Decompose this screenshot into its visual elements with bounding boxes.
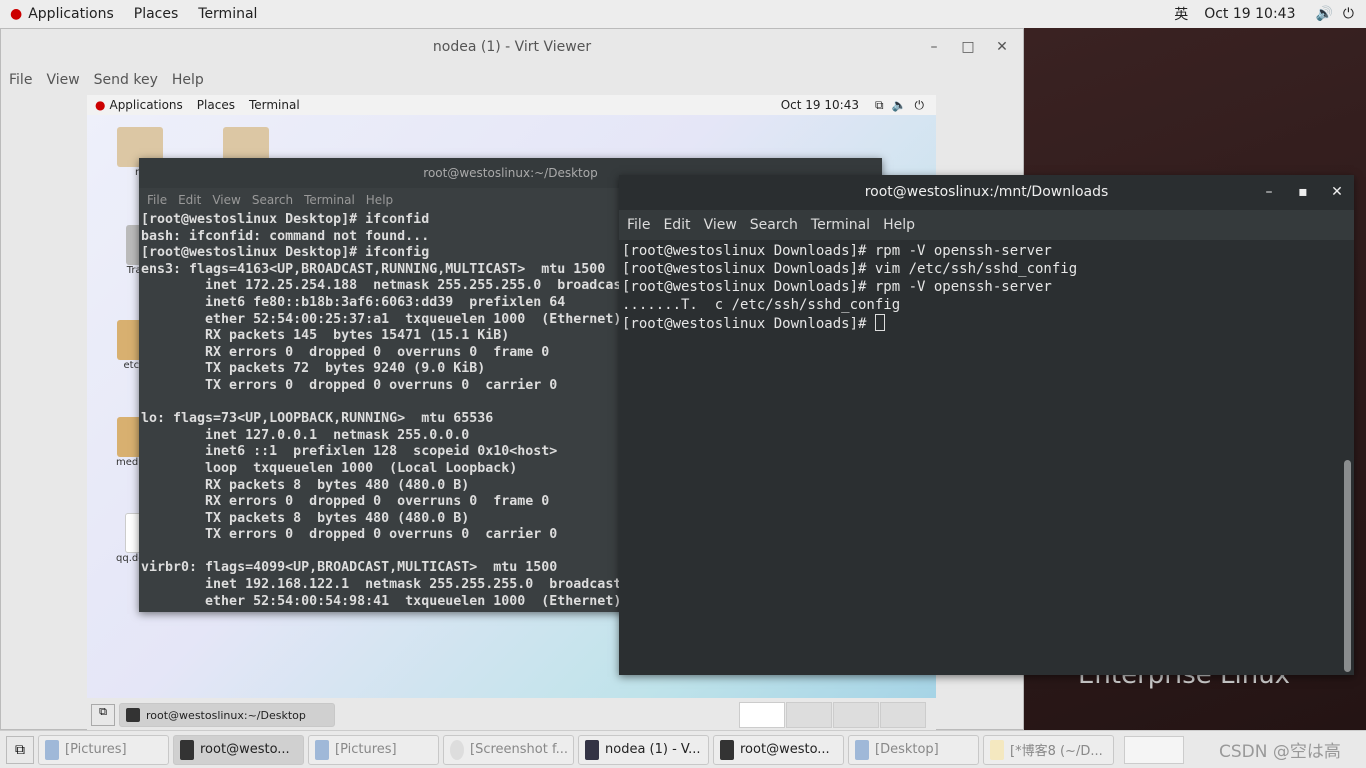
- guest-applications-menu[interactable]: Applications: [109, 98, 182, 112]
- host-terminal-output[interactable]: [root@westoslinux Downloads]# rpm -V ope…: [619, 240, 1354, 335]
- menu-view[interactable]: View: [46, 72, 79, 88]
- clock[interactable]: Oct 19 10:43: [1204, 6, 1295, 22]
- text-editor-icon: [990, 739, 1004, 760]
- prompt: [root@westoslinux Downloads]#: [622, 316, 875, 332]
- menu-terminal[interactable]: Terminal: [304, 193, 355, 207]
- menu-send-key[interactable]: Send key: [94, 72, 158, 88]
- cursor: [874, 314, 885, 331]
- power-icon[interactable]: ⏻: [1343, 6, 1354, 22]
- menu-file[interactable]: File: [9, 72, 32, 88]
- menu-view[interactable]: View: [212, 193, 240, 207]
- file-manager-icon: [45, 739, 59, 760]
- terminal-icon: [126, 708, 140, 722]
- window-title: nodea (1) - Virt Viewer: [432, 39, 592, 55]
- host-taskbar: ⧉ [Pictures] root@westo... [Pictures] [S…: [0, 730, 1366, 768]
- workspace-3[interactable]: [833, 702, 879, 728]
- file-manager-icon: [315, 739, 329, 760]
- scrollbar[interactable]: [1341, 240, 1353, 675]
- power-icon[interactable]: ⏻: [915, 98, 925, 113]
- task-text-editor[interactable]: [*博客8 (~/D...: [983, 734, 1114, 765]
- menu-help[interactable]: Help: [366, 193, 393, 207]
- task-pictures-1[interactable]: [Pictures]: [38, 734, 169, 765]
- volume-icon[interactable]: 🔊: [1315, 6, 1332, 22]
- menu-edit[interactable]: Edit: [178, 193, 201, 207]
- task-desktop[interactable]: [Desktop]: [848, 734, 979, 765]
- watermark: CSDN @空は高: [1219, 742, 1341, 762]
- menu-help[interactable]: Help: [172, 72, 204, 88]
- maximize-icon[interactable]: □: [951, 29, 985, 65]
- scrollbar-thumb[interactable]: [1344, 460, 1351, 672]
- monitor-icon: [585, 739, 599, 760]
- file-manager-icon: [855, 739, 869, 760]
- guest-terminal-menu[interactable]: Terminal: [249, 98, 300, 112]
- show-desktop-icon[interactable]: ⧉: [6, 735, 34, 764]
- minimize-icon[interactable]: –: [917, 29, 951, 65]
- workspace-1[interactable]: [1124, 735, 1184, 764]
- terminal-icon: [720, 739, 734, 760]
- terminal-menu[interactable]: Terminal: [198, 6, 257, 22]
- window-titlebar: nodea (1) - Virt Viewer – □ ✕: [1, 29, 1023, 65]
- close-icon[interactable]: ✕: [1320, 175, 1354, 210]
- workspace-1[interactable]: [739, 702, 785, 728]
- maximize-icon[interactable]: ▪: [1286, 175, 1320, 210]
- applications-menu[interactable]: Applications: [28, 6, 114, 22]
- task-terminal-2[interactable]: root@westo...: [713, 734, 844, 765]
- input-method-indicator[interactable]: 英: [1174, 4, 1188, 24]
- menu-help[interactable]: Help: [883, 217, 915, 233]
- task-terminal-1[interactable]: root@westo...: [173, 734, 304, 765]
- guest-places-menu[interactable]: Places: [197, 98, 235, 112]
- task-pictures-2[interactable]: [Pictures]: [308, 734, 439, 765]
- menu-edit[interactable]: Edit: [663, 217, 690, 233]
- redhat-logo-icon: ●: [95, 98, 106, 112]
- task-virt-viewer[interactable]: nodea (1) - V...: [578, 734, 709, 765]
- terminal-line: .......T. c /etc/ssh/sshd_config: [622, 297, 901, 313]
- guest-clock[interactable]: Oct 19 10:43: [781, 98, 859, 112]
- guest-task-terminal[interactable]: root@westoslinux:~/Desktop: [119, 703, 335, 727]
- guest-top-panel: ● Applications Places Terminal Oct 19 10…: [87, 95, 936, 115]
- host-terminal-window[interactable]: root@westoslinux:/mnt/Downloads – ▪ ✕ File…: [619, 175, 1354, 675]
- menu-search[interactable]: Search: [252, 193, 293, 207]
- menu-file[interactable]: File: [147, 193, 167, 207]
- volume-icon[interactable]: 🔈: [892, 98, 907, 112]
- menu-view[interactable]: View: [704, 217, 737, 233]
- show-desktop-icon[interactable]: ⧉: [91, 704, 115, 726]
- host-terminal-menubar: File Edit View Search Terminal Help: [619, 210, 1354, 240]
- terminal-line: [root@westoslinux Downloads]# rpm -V ope…: [622, 279, 1052, 295]
- host-terminal-titlebar: root@westoslinux:/mnt/Downloads – ▪ ✕: [619, 175, 1354, 210]
- menubar: File View Send key Help: [1, 65, 1023, 94]
- terminal-line: [root@westoslinux Downloads]# vim /etc/s…: [622, 261, 1078, 277]
- window-title: root@westoslinux:/mnt/Downloads: [864, 184, 1109, 200]
- menu-search[interactable]: Search: [750, 217, 798, 233]
- task-screenshot[interactable]: [Screenshot f...: [443, 734, 574, 765]
- network-icon[interactable]: ⧉: [875, 98, 884, 113]
- menu-file[interactable]: File: [627, 217, 650, 233]
- terminal-icon: [180, 739, 194, 760]
- top-panel: ● Applications Places Terminal 英 Oct 19 …: [0, 0, 1366, 28]
- places-menu[interactable]: Places: [134, 6, 179, 22]
- redhat-logo-icon: ●: [10, 6, 23, 22]
- guest-bottom-panel: ⧉ root@westoslinux:~/Desktop: [87, 700, 936, 730]
- minimize-icon[interactable]: –: [1252, 175, 1286, 210]
- menu-terminal[interactable]: Terminal: [811, 217, 870, 233]
- terminal-line: [root@westoslinux Downloads]# rpm -V ope…: [622, 243, 1052, 259]
- screenshot-icon: [450, 739, 464, 760]
- workspace-2[interactable]: [786, 702, 832, 728]
- workspace-4[interactable]: [880, 702, 926, 728]
- close-icon[interactable]: ✕: [985, 29, 1019, 65]
